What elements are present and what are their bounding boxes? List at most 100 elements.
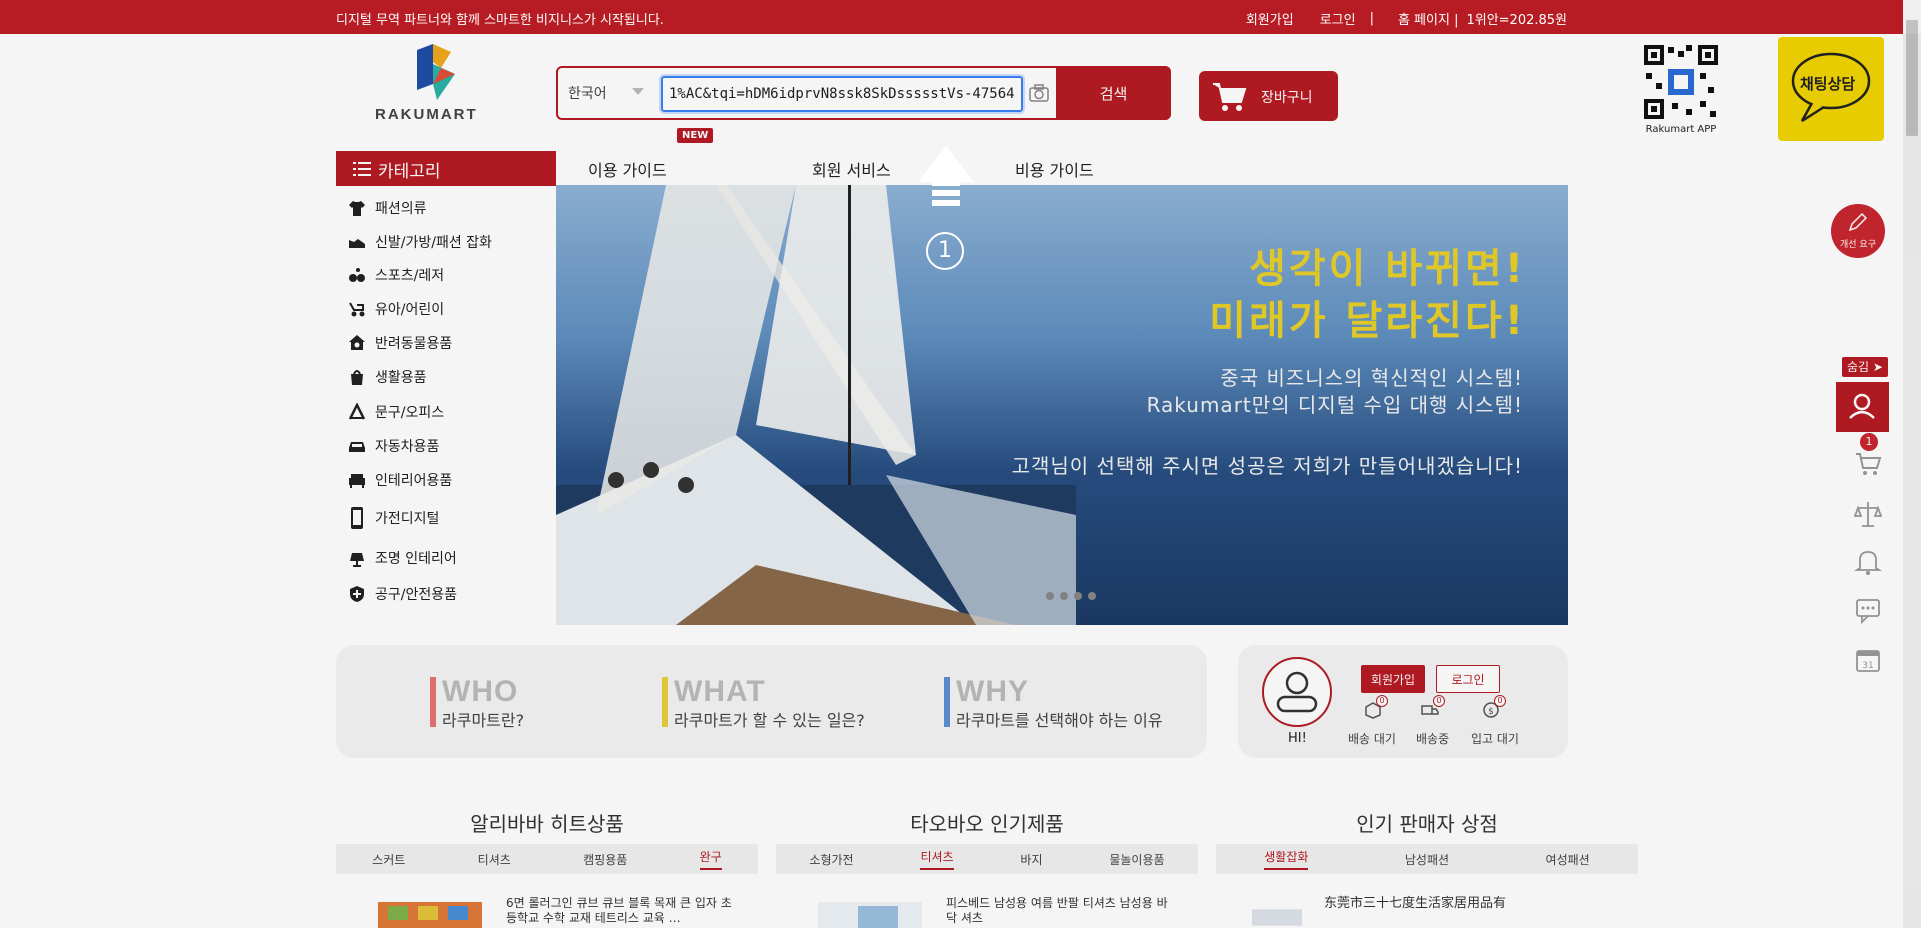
why-title: WHY [956,675,1029,708]
count-badge: 0 [1376,695,1388,707]
scrollbar[interactable] [1903,0,1921,928]
category-item[interactable]: 유아/어린이 [348,299,444,319]
hide-rail-button[interactable]: 숨김 ➤ [1842,357,1888,377]
tab-mens-fashion[interactable]: 남성패션 [1405,851,1449,868]
product-title[interactable]: 피스베드 남성용 여름 반팔 티셔츠 남성용 바닥 셔츠 [946,896,1176,926]
login-link[interactable]: 로그인 [1320,9,1356,28]
product-thumbnail[interactable] [378,896,482,928]
banner-pagination[interactable] [1046,592,1096,600]
dot[interactable] [1074,592,1082,600]
status-arrival-wait[interactable]: 입고 대기 [1471,730,1519,747]
home-link[interactable]: 홈 페이지 | [1398,9,1459,28]
household-icon [351,370,363,385]
count-badge: 0 [1494,695,1506,707]
cart-icon[interactable] [1854,450,1882,478]
category-item[interactable]: 가전디지털 [348,506,439,530]
dot[interactable] [1046,592,1054,600]
signup-button[interactable]: 회원가입 [1361,665,1425,693]
nav-cost-guide[interactable]: 비용 가이드 [1015,157,1094,181]
user-icon [1276,671,1318,713]
user-panel: HI! 회원가입 로그인 0 0 $ 0 배송 대기 배송중 입고 대기 [1238,645,1568,758]
section-tabs: 생활잡화 남성패션 여성패션 [1216,844,1638,874]
category-item[interactable]: 자동차용품 [348,436,439,456]
login-button[interactable]: 로그인 [1436,665,1500,693]
product-thumbnail[interactable] [818,896,922,928]
category-item[interactable]: 인테리어용품 [348,470,452,490]
hide-label: 숨김 [1847,360,1870,374]
product-title[interactable]: 6면 롤러그인 큐브 큐브 블록 목재 큰 입자 초등학교 수학 교재 테트리스… [506,896,736,926]
tab-water-toys[interactable]: 물놀이용품 [1109,851,1164,868]
shirt-icon [349,201,365,216]
why-bar [944,677,950,727]
avatar [1262,657,1332,727]
category-label: 반려동물용품 [375,336,453,352]
tab-tshirt[interactable]: 티셔츠 [478,851,511,868]
status-shipping[interactable]: 배송중 [1416,730,1449,747]
hero-banner[interactable]: 생각이 바뀌면! 미래가 달라진다! 중국 비즈니스의 혁신적인 시스템! Ra… [556,185,1568,625]
svg-text:$: $ [1488,707,1494,717]
search-button[interactable]: 검색 [1056,66,1171,120]
popular-seller-section: 인기 판매자 상점 생활잡화 남성패션 여성패션 东莞市三十七度生活家居用品有 [1216,800,1638,928]
search-input[interactable] [659,74,1025,114]
tab-womens-fashion[interactable]: 여성패션 [1546,851,1590,868]
app-qr[interactable]: Rakumart APP [1628,37,1734,140]
lamp-icon [350,553,364,567]
camera-icon[interactable] [1028,82,1050,104]
scale-icon[interactable] [1854,500,1882,528]
pencil-icon [1848,212,1868,232]
feedback-button[interactable]: 개선 요구 [1831,204,1885,258]
what-link[interactable]: WHAT 라쿠마트가 할 수 있는 일은? [662,675,865,731]
tagline: 디지털 무역 파트너와 함께 스마트한 비지니스가 시작됩니다. [336,13,664,28]
category-menu[interactable]: 카테고리 [336,151,556,186]
nav-usage-guide[interactable]: 이용 가이드 [588,157,667,181]
bicycle-icon [349,268,365,282]
who-link[interactable]: WHO 라쿠마트란? [430,675,524,731]
rakumart-logo[interactable]: RAKUMART [373,44,500,124]
shop-name[interactable]: 东莞市三十七度生活家居用品有 [1324,896,1554,911]
tab-toys[interactable]: 완구 [699,848,722,870]
category-item[interactable]: 반려동물용품 [348,333,452,353]
category-label: 자동차용품 [375,439,440,455]
sofa-icon [349,474,365,488]
chat-button[interactable]: 채팅상담 [1778,37,1884,141]
chevron-down-icon[interactable] [632,88,644,95]
scrollbar-thumb[interactable] [1906,20,1918,136]
stationery-icon [348,403,366,420]
why-link[interactable]: WHY 라쿠마트를 선택해야 하는 이유 [944,675,1163,731]
tab-small-appliance[interactable]: 소형가전 [809,851,853,868]
category-item[interactable]: 공구/안전용품 [348,584,457,604]
calendar-icon[interactable]: 31 [1854,646,1882,674]
chat-icon[interactable] [1854,596,1882,624]
category-label: 유아/어린이 [375,302,445,318]
tab-tshirt[interactable]: 티셔츠 [920,848,954,870]
banner-headline-line1: 생각이 바뀌면! [1249,246,1526,292]
what-bar [662,677,668,727]
dot[interactable] [1088,592,1096,600]
category-label: 인테리어용품 [375,473,453,489]
category-item[interactable]: 문구/오피스 [348,402,444,422]
svg-text:31: 31 [1862,661,1873,671]
tab-skirt[interactable]: 스커트 [372,851,405,868]
category-item[interactable]: 패션의류 [348,198,427,218]
step-number: 1 [926,232,964,270]
category-item[interactable]: 조명 인테리어 [348,548,457,568]
bell-icon[interactable] [1854,548,1882,576]
category-item[interactable]: 신발/가방/패션 잡화 [348,232,492,252]
category-label: 문구/오피스 [375,405,445,421]
section-title: 인기 판매자 상점 [1356,812,1498,836]
product-thumbnail[interactable] [1252,896,1302,928]
status-shipping-wait[interactable]: 배송 대기 [1348,730,1396,747]
nav-member-service[interactable]: 회원 서비스 [812,157,891,181]
tab-household[interactable]: 생활잡화 [1264,848,1309,870]
tab-pants[interactable]: 바지 [1020,851,1042,868]
category-item[interactable]: 생활용품 [348,367,427,387]
signup-link[interactable]: 회원가입 [1246,9,1294,28]
user-account-button[interactable] [1836,382,1889,432]
chat-label: 채팅상담 [1800,75,1856,93]
language-select[interactable]: 한국어 [568,83,607,103]
category-label: 카테고리 [378,162,441,182]
dot[interactable] [1060,592,1068,600]
cart-button[interactable]: 장바구니 [1199,71,1338,121]
category-item[interactable]: 스포츠/레저 [348,265,444,285]
tab-camping[interactable]: 캠핑용품 [583,851,627,868]
